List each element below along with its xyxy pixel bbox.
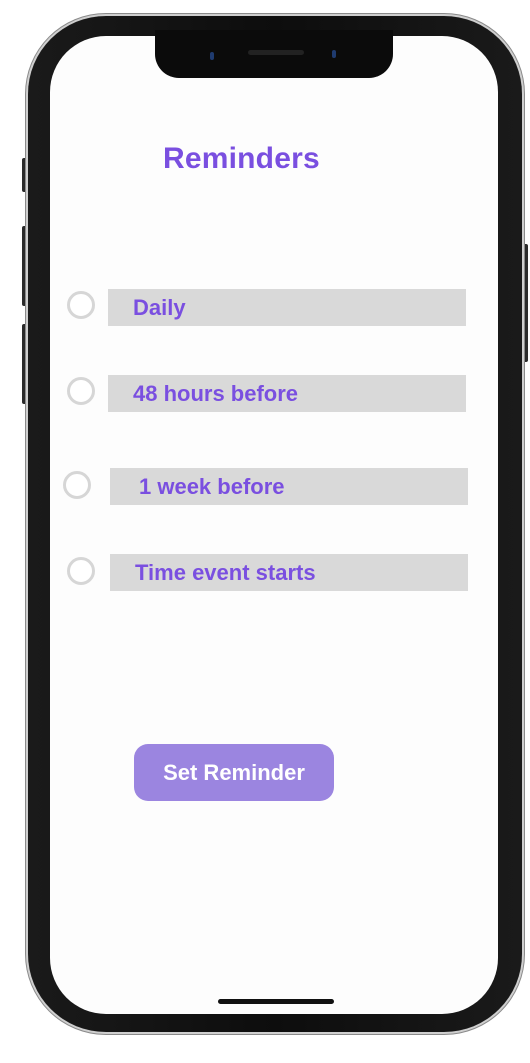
radio-button[interactable] (63, 471, 91, 499)
set-reminder-button[interactable]: Set Reminder (134, 744, 334, 801)
option-label[interactable]: 1 week before (110, 468, 468, 505)
option-label[interactable]: Time event starts (110, 554, 468, 591)
front-sensor-icon (210, 52, 214, 60)
reminder-option-event-start[interactable]: Time event starts (66, 553, 468, 591)
front-camera-icon (332, 50, 336, 58)
reminder-option-daily[interactable]: Daily (66, 288, 468, 326)
reminder-option-1-week[interactable]: 1 week before (62, 467, 468, 505)
volume-up-button (22, 226, 27, 306)
page-title: Reminders (163, 142, 320, 175)
volume-down-button (22, 324, 27, 404)
reminder-option-48-hours[interactable]: 48 hours before (66, 374, 468, 412)
radio-button[interactable] (67, 557, 95, 585)
radio-button[interactable] (67, 291, 95, 319)
radio-button[interactable] (67, 377, 95, 405)
power-button (523, 244, 528, 362)
mute-switch (22, 158, 27, 192)
speaker-grille (248, 50, 304, 55)
home-indicator[interactable] (218, 999, 334, 1004)
option-label[interactable]: 48 hours before (108, 375, 466, 412)
phone-screen (50, 36, 498, 1014)
option-label[interactable]: Daily (108, 289, 466, 326)
